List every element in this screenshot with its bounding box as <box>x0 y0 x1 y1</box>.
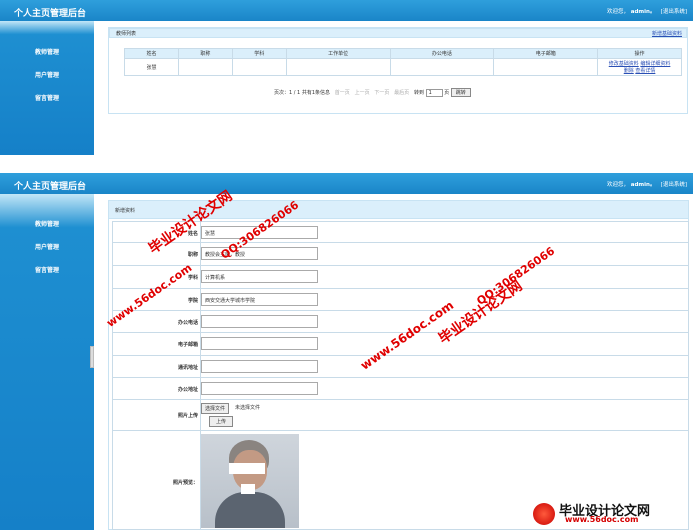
welcome-text-2: 欢迎您， <box>607 182 630 188</box>
list-panel-header: 教师列表 新增基础资料 <box>109 28 687 38</box>
cell-ops: 修改基础资料 编辑详细资料 删除 查看详情 <box>597 58 682 76</box>
sidebar-item-teachers[interactable]: 教师管理 <box>0 47 94 56</box>
app-title: 个人主页管理后台 <box>14 9 87 19</box>
subject-input[interactable]: 计算机系 <box>201 270 318 283</box>
table-row: 张慧 修改基础资料 编辑详细资料 删除 查看详情 <box>124 58 682 76</box>
photo-preview <box>201 434 299 528</box>
col-phone: 办公电话 <box>389 48 495 59</box>
photo-redaction-eyes <box>229 463 265 474</box>
label-phone: 办公电话 <box>177 320 198 326</box>
sidebar-item-teachers-2[interactable]: 教师管理 <box>0 219 94 228</box>
corner-logo-site: www.56doc.com <box>565 515 639 524</box>
title-input[interactable]: 教授会主席，教授 <box>201 247 318 260</box>
teacher-table: 姓名 职称 学科 工作单位 办公电话 电子邮箱 操作 张慧 修改基础资料 编辑详… <box>124 48 682 76</box>
form-row-mail-address: 通讯地址 <box>112 356 689 378</box>
cell-phone <box>389 58 495 76</box>
col-title: 职称 <box>177 48 233 59</box>
add-basic-info-link[interactable]: 新增基础资料 <box>652 30 682 37</box>
no-file-text: 未选择文件 <box>235 405 261 411</box>
logout-link-2[interactable]: [退出系统] <box>661 182 687 188</box>
cell-name: 张慧 <box>124 58 179 76</box>
view-detail-link[interactable]: 查看详情 <box>635 68 655 74</box>
mail-address-input[interactable] <box>201 360 318 373</box>
username-2: admin。 <box>630 182 656 188</box>
col-email: 电子邮箱 <box>493 48 599 59</box>
form-row-title: 职称 教授会主席，教授 <box>112 243 689 266</box>
col-name: 姓名 <box>124 48 179 59</box>
choose-file-button[interactable]: 选择文件 <box>201 403 230 414</box>
cell-subject <box>231 58 287 76</box>
cell-title <box>177 58 233 76</box>
col-subject: 学科 <box>231 48 287 59</box>
college-input[interactable]: 西安交通大学城市学院 <box>201 293 318 306</box>
username: admin。 <box>630 9 656 15</box>
sidebar: 教师管理 用户管理 留言管理 <box>0 21 94 155</box>
top-bar-2: 个人主页管理后台 欢迎您， admin。 [退出系统] <box>0 173 693 194</box>
form-row-office-address: 办公地址 <box>112 378 689 400</box>
photo-body <box>215 492 285 528</box>
sidebar-item-messages-2[interactable]: 留言管理 <box>0 265 94 274</box>
photo-redaction-mouth <box>241 484 255 494</box>
sidebar-item-messages[interactable]: 留言管理 <box>0 93 94 102</box>
pager-page-unit: 页 <box>444 90 450 96</box>
pager-goto-label: 转到 <box>413 90 424 96</box>
form-row-subject: 学科 计算机系 <box>112 266 689 289</box>
logo-icon <box>533 503 555 525</box>
corner-logo: 毕业设计论文网 www.56doc.com <box>529 500 691 528</box>
email-input[interactable] <box>201 337 318 350</box>
col-unit: 工作单位 <box>285 48 391 59</box>
pager: 页次：1 / 1 共有1条信息 首一页 上一页 下一页 最后页 转到 1 页 跳… <box>274 88 471 97</box>
cell-unit <box>285 58 391 76</box>
label-office-address: 办公地址 <box>177 387 198 393</box>
sidebar-2: 教师管理 用户管理 留言管理 <box>0 194 94 530</box>
app-title-2: 个人主页管理后台 <box>14 182 87 192</box>
edit-basic-link[interactable]: 修改基础资料 <box>609 61 639 67</box>
list-panel-title: 教师列表 <box>116 31 137 37</box>
welcome-area: 欢迎您， admin。 [退出系统] <box>607 7 687 15</box>
table-header-row: 姓名 职称 学科 工作单位 办公电话 电子邮箱 操作 <box>124 48 682 59</box>
logout-link[interactable]: [退出系统] <box>661 9 687 15</box>
top-bar: 个人主页管理后台 欢迎您， admin。 [退出系统] <box>0 0 693 21</box>
upload-button[interactable]: 上传 <box>209 416 234 427</box>
label-email: 电子邮箱 <box>177 342 198 348</box>
cell-email <box>493 58 599 76</box>
sidebar-item-users-2[interactable]: 用户管理 <box>0 242 94 251</box>
form-row-upload: 照片上传 选择文件 未选择文件 上传 <box>112 400 689 431</box>
form-panel-title: 新增资料 <box>115 208 136 214</box>
delete-link[interactable]: 删除 <box>624 68 634 74</box>
label-mail-address: 通讯地址 <box>177 365 198 371</box>
teacher-list-screen: 个人主页管理后台 欢迎您， admin。 [退出系统] 教师管理 用户管理 留言… <box>0 0 693 155</box>
office-address-input[interactable] <box>201 382 318 395</box>
welcome-area-2: 欢迎您， admin。 [退出系统] <box>607 180 687 188</box>
teacher-edit-screen: 个人主页管理后台 欢迎您， admin。 [退出系统] 教师管理 用户管理 留言… <box>0 173 693 530</box>
list-panel: 教师列表 新增基础资料 姓名 职称 学科 工作单位 办公电话 电子邮箱 操作 张… <box>108 27 688 114</box>
pager-last[interactable]: 最后页 <box>394 90 409 96</box>
form-row-college: 学院 西安交通大学城市学院 <box>112 289 689 311</box>
pager-info: 页次：1 / 1 共有1条信息 <box>274 90 330 96</box>
col-ops: 操作 <box>597 48 682 59</box>
jump-button[interactable]: 跳转 <box>450 88 471 97</box>
pager-prev[interactable]: 上一页 <box>355 90 370 96</box>
pager-next[interactable]: 下一页 <box>374 90 389 96</box>
label-upload: 照片上传 <box>177 413 198 419</box>
edit-detail-link[interactable]: 编辑详细资料 <box>640 61 670 67</box>
page-number-input[interactable]: 1 <box>425 88 443 97</box>
pager-first[interactable]: 首一页 <box>335 90 350 96</box>
welcome-text: 欢迎您， <box>607 9 630 15</box>
form-row-phone: 办公电话 <box>112 311 689 333</box>
sidebar-item-users[interactable]: 用户管理 <box>0 70 94 79</box>
label-preview: 照片预览： <box>172 480 198 486</box>
sidebar-collapse-handle[interactable] <box>90 346 94 368</box>
phone-input[interactable] <box>201 315 318 328</box>
